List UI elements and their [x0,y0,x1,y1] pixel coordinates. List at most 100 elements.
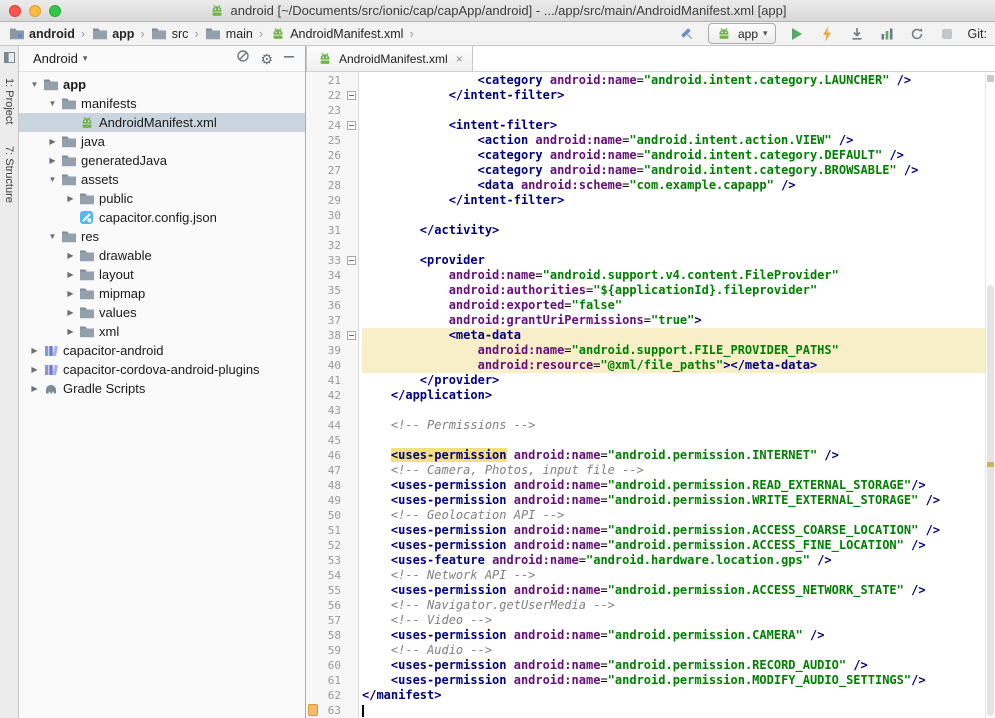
zoom-window-button[interactable] [49,5,61,17]
scrollbar-thumb[interactable] [987,285,994,716]
close-icon[interactable]: × [456,52,463,66]
code-line-34[interactable]: android:name="android.support.v4.content… [362,268,985,283]
breadcrumb-androidmanifest-xml[interactable]: AndroidManifest.xml [267,25,405,43]
code-content[interactable]: <category android:name="android.intent.c… [359,72,985,718]
code-line-44[interactable]: <!-- Permissions --> [362,418,985,433]
code-line-45[interactable] [362,433,985,448]
inspection-status-icon[interactable] [987,75,994,82]
code-line-23[interactable] [362,103,985,118]
code-line-32[interactable] [362,238,985,253]
code-line-46[interactable]: <uses-permission android:name="android.p… [362,448,985,463]
chevron-down-icon[interactable]: ▼ [45,232,60,241]
chevron-right-icon[interactable]: ▶ [63,270,78,279]
fold-marker-icon[interactable] [347,121,356,130]
tree-item-capacitor-config-json[interactable]: capacitor.config.json [19,208,305,227]
tree-item-layout[interactable]: ▶layout [19,265,305,284]
tool-window-button-structure[interactable]: 7: Structure [3,146,15,203]
fold-marker-icon[interactable] [347,331,356,340]
hide-panel-icon[interactable] [283,50,295,68]
breadcrumb-src[interactable]: src [149,25,191,42]
apply-changes-icon[interactable] [818,25,836,43]
code-line-30[interactable] [362,208,985,223]
code-line-36[interactable]: android:exported="false" [362,298,985,313]
tree-item-capacitor-android[interactable]: ▶capacitor-android [19,341,305,360]
sync-icon[interactable] [908,25,926,43]
chevron-right-icon[interactable]: ▶ [63,327,78,336]
code-line-38[interactable]: <meta-data [362,328,985,343]
code-line-52[interactable]: <uses-permission android:name="android.p… [362,538,985,553]
code-line-28[interactable]: <data android:scheme="com.example.capapp… [362,178,985,193]
locate-file-icon[interactable] [236,49,250,68]
tree-item-values[interactable]: ▶values [19,303,305,322]
code-line-42[interactable]: </application> [362,388,985,403]
code-line-26[interactable]: <category android:name="android.intent.c… [362,148,985,163]
code-line-40[interactable]: android:resource="@xml/file_paths"></met… [362,358,985,373]
code-line-22[interactable]: </intent-filter> [362,88,985,103]
code-line-57[interactable]: <!-- Video --> [362,613,985,628]
code-line-41[interactable]: </provider> [362,373,985,388]
run-button[interactable] [788,25,806,43]
editor-scrollbar[interactable] [985,72,995,718]
tree-item-mipmap[interactable]: ▶mipmap [19,284,305,303]
code-line-63[interactable] [362,703,985,718]
chevron-down-icon[interactable]: ▼ [27,80,42,89]
code-line-21[interactable]: <category android:name="android.intent.c… [362,73,985,88]
chevron-right-icon[interactable]: ▶ [27,384,42,393]
code-line-53[interactable]: <uses-feature android:name="android.hard… [362,553,985,568]
fold-marker-icon[interactable] [347,256,356,265]
code-line-56[interactable]: <!-- Navigator.getUserMedia --> [362,598,985,613]
code-line-31[interactable]: </activity> [362,223,985,238]
code-line-43[interactable] [362,403,985,418]
chevron-right-icon[interactable]: ▶ [63,194,78,203]
tool-windows-icon[interactable] [4,50,15,68]
tree-item-generatedjava[interactable]: ▶generatedJava [19,151,305,170]
tool-window-button-project[interactable]: 1: Project [3,78,15,124]
code-line-33[interactable]: <provider [362,253,985,268]
tree-item-gradle-scripts[interactable]: ▶Gradle Scripts [19,379,305,398]
close-window-button[interactable] [9,5,21,17]
tree-item-capacitor-cordova-android-plugins[interactable]: ▶capacitor-cordova-android-plugins [19,360,305,379]
minimize-window-button[interactable] [29,5,41,17]
code-line-54[interactable]: <!-- Network API --> [362,568,985,583]
build-hammer-icon[interactable] [678,25,696,43]
code-line-59[interactable]: <!-- Audio --> [362,643,985,658]
attach-debugger-icon[interactable] [848,25,866,43]
tree-item-androidmanifest-xml[interactable]: AndroidManifest.xml [19,113,305,132]
chevron-right-icon[interactable]: ▶ [63,308,78,317]
fold-marker-icon[interactable] [347,91,356,100]
chevron-right-icon[interactable]: ▶ [63,251,78,260]
code-line-24[interactable]: <intent-filter> [362,118,985,133]
editor-tab-androidmanifest[interactable]: AndroidManifest.xml × [306,46,473,71]
gear-icon[interactable]: ⚙ [260,52,273,66]
tree-item-assets[interactable]: ▼assets [19,170,305,189]
tree-item-app[interactable]: ▼app [19,75,305,94]
code-line-62[interactable]: </manifest> [362,688,985,703]
code-line-27[interactable]: <category android:name="android.intent.c… [362,163,985,178]
chevron-right-icon[interactable]: ▶ [45,156,60,165]
run-configuration-select[interactable]: app ▾ [708,23,776,44]
code-line-58[interactable]: <uses-permission android:name="android.p… [362,628,985,643]
chevron-down-icon[interactable]: ▼ [45,99,60,108]
chevron-down-icon[interactable]: ▼ [45,175,60,184]
tree-item-xml[interactable]: ▶xml [19,322,305,341]
chevron-right-icon[interactable]: ▶ [27,365,42,374]
code-line-50[interactable]: <!-- Geolocation API --> [362,508,985,523]
chevron-right-icon[interactable]: ▶ [63,289,78,298]
breadcrumb-main[interactable]: main [203,25,255,42]
tree-item-res[interactable]: ▼res [19,227,305,246]
chevron-right-icon[interactable]: ▶ [45,137,60,146]
code-line-60[interactable]: <uses-permission android:name="android.p… [362,658,985,673]
code-line-49[interactable]: <uses-permission android:name="android.p… [362,493,985,508]
project-view-selector[interactable]: Android [33,51,78,66]
code-line-39[interactable]: android:name="android.support.FILE_PROVI… [362,343,985,358]
code-line-37[interactable]: android:grantUriPermissions="true"> [362,313,985,328]
breadcrumb-android[interactable]: android [6,25,77,42]
code-line-29[interactable]: </intent-filter> [362,193,985,208]
tree-item-manifests[interactable]: ▼manifests [19,94,305,113]
chevron-right-icon[interactable]: ▶ [27,346,42,355]
code-line-35[interactable]: android:authorities="${applicationId}.fi… [362,283,985,298]
code-line-47[interactable]: <!-- Camera, Photos, input file --> [362,463,985,478]
code-line-25[interactable]: <action android:name="android.intent.act… [362,133,985,148]
breadcrumb-app[interactable]: app [89,25,136,42]
code-line-48[interactable]: <uses-permission android:name="android.p… [362,478,985,493]
